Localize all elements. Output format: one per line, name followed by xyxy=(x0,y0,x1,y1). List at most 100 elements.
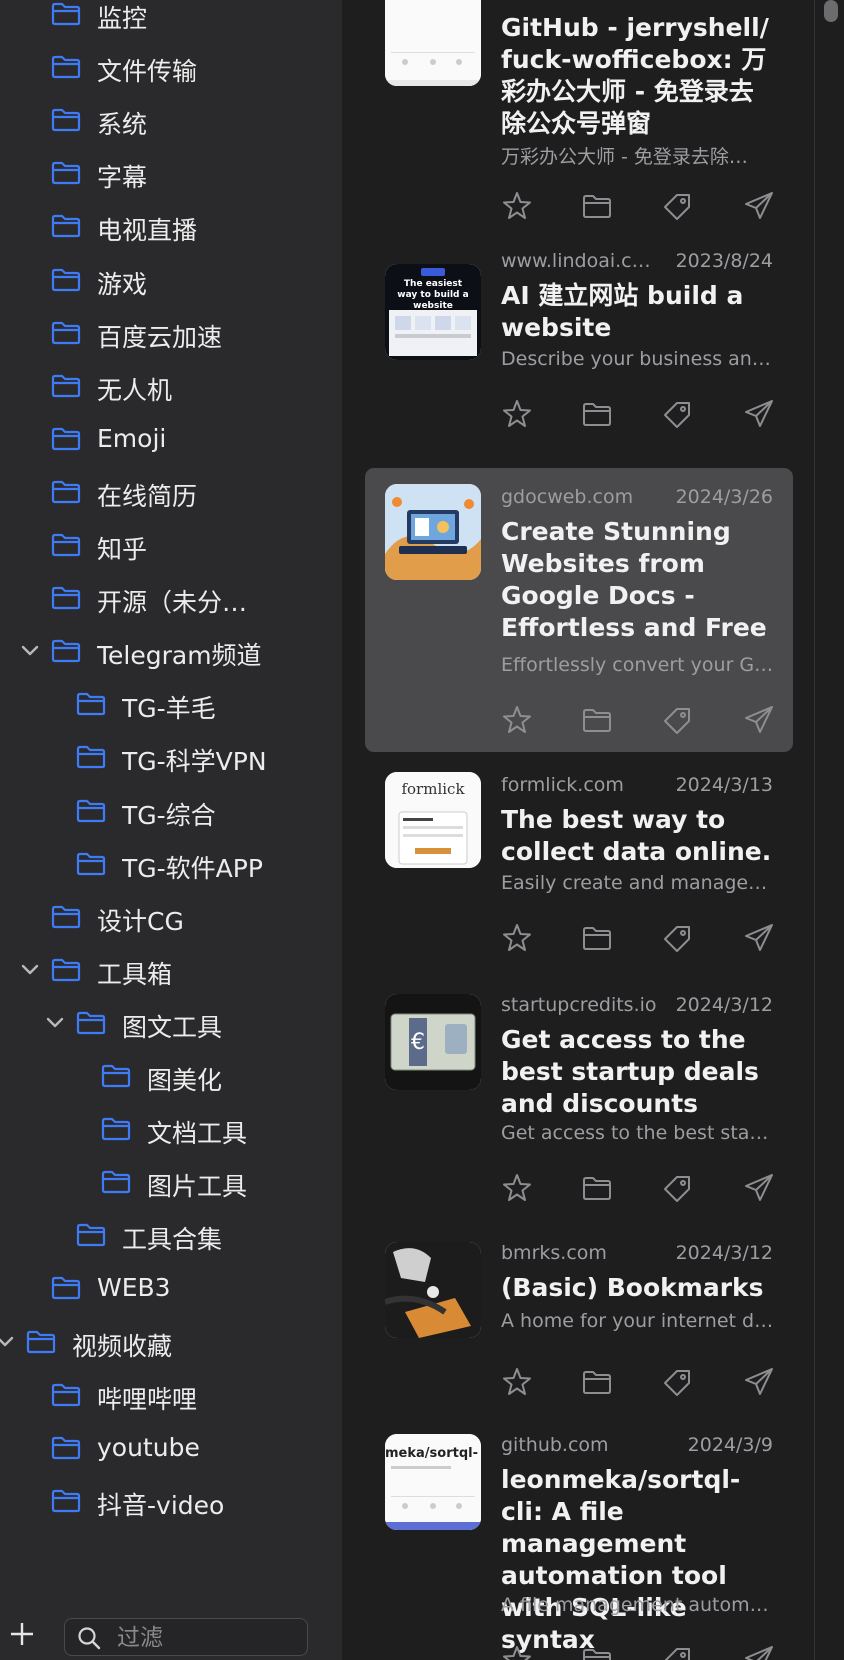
tag-icon[interactable] xyxy=(661,398,693,430)
sidebar-item[interactable]: 系统 xyxy=(0,92,342,148)
star-icon[interactable] xyxy=(501,1172,533,1204)
bookmark-date: 2024/3/9 xyxy=(687,1434,773,1456)
share-icon[interactable] xyxy=(743,704,775,736)
plus-icon[interactable] xyxy=(6,1618,38,1650)
star-icon[interactable] xyxy=(501,922,533,954)
sidebar-item[interactable]: 开源（未分… xyxy=(0,570,342,626)
star-icon[interactable] xyxy=(501,190,533,222)
bookmark-title[interactable]: GitHub - jerryshell/ fuck-wofficebox: 万彩… xyxy=(501,12,777,140)
tag-icon[interactable] xyxy=(661,1644,693,1660)
bookmark-title[interactable]: The best way to collect data online. xyxy=(501,804,777,868)
bookmark-domain: startupcredits.io xyxy=(501,994,657,1016)
bookmark-description: A home for your internet d… xyxy=(501,1310,774,1332)
bookmark-thumbnail xyxy=(385,0,481,86)
folder-icon[interactable] xyxy=(581,1172,613,1204)
sidebar-item-label: 监控 xyxy=(97,4,148,33)
bookmark-card[interactable]: GitHub - jerryshell/ fuck-wofficebox: 万彩… xyxy=(365,0,793,250)
folder-icon xyxy=(76,692,106,716)
star-icon[interactable] xyxy=(501,1644,533,1660)
share-icon[interactable] xyxy=(743,398,775,430)
folder-icon[interactable] xyxy=(581,1366,613,1398)
chevron-down-icon[interactable] xyxy=(19,640,41,662)
sidebar-item[interactable]: 游戏 xyxy=(0,252,342,308)
bookmark-title[interactable]: AI 建立网站 build a website xyxy=(501,280,777,344)
sidebar-item[interactable]: TG-软件APP xyxy=(0,836,342,892)
sidebar-item[interactable]: 工具箱 xyxy=(0,942,342,998)
filter-box[interactable] xyxy=(64,1618,308,1656)
sidebar-item-label: Emoji xyxy=(97,423,167,453)
sidebar-item[interactable]: Emoji xyxy=(0,411,342,467)
bookmark-card[interactable]: bmrks.com 2024/3/12 (Basic) Bookmarks A hom… xyxy=(365,1228,793,1416)
share-icon[interactable] xyxy=(743,190,775,222)
sidebar-item[interactable]: 设计CG xyxy=(0,889,342,945)
share-icon[interactable] xyxy=(743,1366,775,1398)
star-icon[interactable] xyxy=(501,398,533,430)
sidebar-item[interactable]: 知乎 xyxy=(0,517,342,573)
sidebar-item[interactable]: 文件传输 xyxy=(0,39,342,95)
bookmark-description: Easily create and manage… xyxy=(501,872,768,894)
share-icon[interactable] xyxy=(743,922,775,954)
sidebar-item[interactable]: 图文工具 xyxy=(0,995,342,1051)
sidebar-item[interactable]: 文档工具 xyxy=(0,1101,342,1157)
folder-icon[interactable] xyxy=(581,190,613,222)
bookmark-thumbnail xyxy=(385,1242,481,1338)
tag-icon[interactable] xyxy=(661,704,693,736)
sidebar-item[interactable]: 图美化 xyxy=(0,1048,342,1104)
sidebar-item-label: TG-科学VPN xyxy=(122,747,267,777)
sidebar-item[interactable]: WEB3 xyxy=(0,1260,342,1316)
sidebar-item-label: 开源（未分… xyxy=(97,588,248,618)
scrollbar[interactable] xyxy=(814,0,844,1660)
bookmark-title[interactable]: leonmeka/sortql-cli: A file management a… xyxy=(501,1464,777,1656)
star-icon[interactable] xyxy=(501,1366,533,1398)
bookmark-card[interactable]: formlick formlick.com 2024/3/13 The best wa… xyxy=(365,756,793,974)
bookmark-card[interactable]: gdocweb.com 2024/3/26 Create Stunning Webs… xyxy=(365,468,793,752)
sidebar-item[interactable]: TG-综合 xyxy=(0,783,342,839)
share-icon[interactable] xyxy=(743,1644,775,1660)
tag-icon[interactable] xyxy=(661,190,693,222)
svg-text:€: € xyxy=(411,1030,425,1055)
bookmark-title[interactable]: (Basic) Bookmarks xyxy=(501,1272,777,1304)
folder-icon xyxy=(51,161,81,185)
bookmark-card[interactable]: meka/sortql-github.com 2024/3/9 leonmeka/s… xyxy=(365,1420,793,1660)
bookmark-title[interactable]: Get access to the best startup deals and… xyxy=(501,1024,777,1120)
sidebar-item[interactable]: 在线简历 xyxy=(0,464,342,520)
chevron-down-icon[interactable] xyxy=(44,1012,66,1034)
sidebar-item[interactable]: 视频收藏 xyxy=(0,1314,342,1370)
sidebar-item[interactable]: 工具合集 xyxy=(0,1207,342,1263)
folder-icon[interactable] xyxy=(581,1644,613,1660)
sidebar-item[interactable]: 字幕 xyxy=(0,145,342,201)
sidebar-item[interactable]: 抖音-video xyxy=(0,1473,342,1529)
sidebar-item[interactable]: 无人机 xyxy=(0,358,342,414)
bookmark-actions xyxy=(501,1172,777,1204)
folder-icon[interactable] xyxy=(581,704,613,736)
folder-icon xyxy=(51,639,81,663)
filter-input[interactable] xyxy=(115,1623,299,1653)
folder-icon[interactable] xyxy=(581,398,613,430)
tag-icon[interactable] xyxy=(661,922,693,954)
share-icon[interactable] xyxy=(743,1172,775,1204)
sidebar-item-label: 工具合集 xyxy=(122,1225,223,1255)
folder-icon xyxy=(26,1330,56,1354)
bookmark-card[interactable]: € startupcredits.io 2024/3/12 Get access to… xyxy=(365,978,793,1224)
sidebar-item[interactable]: 图片工具 xyxy=(0,1154,342,1210)
folder-icon xyxy=(51,268,81,292)
sidebar-item[interactable]: TG-科学VPN xyxy=(0,729,342,785)
folder-icon[interactable] xyxy=(581,922,613,954)
tag-icon[interactable] xyxy=(661,1172,693,1204)
sidebar-item[interactable]: youtube xyxy=(0,1420,342,1476)
tag-icon[interactable] xyxy=(661,1366,693,1398)
bookmark-card[interactable]: The easiest way to build a website www.li… xyxy=(365,236,793,452)
sidebar-item-label: 无人机 xyxy=(97,375,173,405)
sidebar-item[interactable]: TG-羊毛 xyxy=(0,676,342,732)
scrollbar-thumb[interactable] xyxy=(824,0,838,22)
bookmark-title[interactable]: Create Stunning Websites from Google Doc… xyxy=(501,516,777,644)
sidebar-item[interactable]: 百度云加速 xyxy=(0,305,342,361)
chevron-down-icon[interactable] xyxy=(19,959,41,981)
sidebar-item[interactable]: Telegram频道 xyxy=(0,623,342,679)
sidebar-item[interactable]: 电视直播 xyxy=(0,198,342,254)
star-icon[interactable] xyxy=(501,704,533,736)
chevron-down-icon[interactable] xyxy=(0,1331,16,1353)
sidebar-item[interactable]: 监控 xyxy=(0,0,342,42)
sidebar-item-label: 哔哩哔哩 xyxy=(97,1384,198,1414)
sidebar-item[interactable]: 哔哩哔哩 xyxy=(0,1367,342,1423)
